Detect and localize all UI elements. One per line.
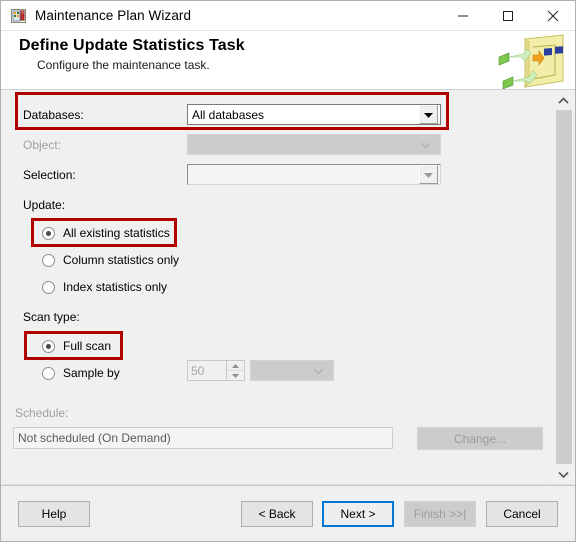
radio-full-scan[interactable]: Full scan [42, 337, 111, 355]
sample-value: 50 [191, 363, 205, 378]
next-button[interactable]: Next > [322, 501, 394, 527]
radio-icon[interactable] [42, 280, 55, 294]
sample-value-stepper: 50 [187, 360, 245, 381]
radio-label: Full scan [63, 339, 112, 353]
footer-divider [1, 485, 575, 486]
maximize-icon[interactable] [485, 1, 530, 30]
window-controls [440, 1, 575, 30]
chevron-down-icon [420, 138, 431, 152]
scan-type-group-label: Scan type: [23, 310, 80, 324]
databases-label: Databases: [23, 108, 84, 122]
radio-icon[interactable] [42, 226, 55, 240]
change-schedule-button: Change... [417, 427, 543, 450]
radio-label: Sample by [63, 366, 120, 380]
close-icon[interactable] [530, 1, 575, 30]
databases-combo-value: All databases [192, 107, 265, 122]
radio-all-existing-statistics[interactable]: All existing statistics [42, 224, 170, 242]
finish-label: Finish >>| [413, 507, 467, 521]
window-title: Maintenance Plan Wizard [35, 8, 192, 23]
scroll-down-icon[interactable] [551, 464, 575, 484]
cancel-button[interactable]: Cancel [486, 501, 558, 527]
stepper-up-icon [227, 361, 244, 371]
cancel-label: Cancel [503, 507, 541, 521]
back-button[interactable]: < Back [241, 501, 313, 527]
help-button[interactable]: Help [18, 501, 90, 527]
scroll-up-icon[interactable] [551, 90, 575, 110]
schedule-label: Schedule: [15, 406, 69, 420]
selection-label: Selection: [23, 168, 76, 182]
radio-icon[interactable] [42, 339, 55, 353]
back-label: < Back [258, 507, 296, 521]
minimize-icon[interactable] [440, 1, 485, 30]
chevron-down-icon [313, 364, 324, 378]
update-statistics-illustration [495, 33, 569, 89]
schedule-value: Not scheduled (On Demand) [18, 431, 171, 445]
change-schedule-label: Change... [453, 431, 507, 446]
stepper-arrows [226, 361, 244, 380]
next-label: Next > [340, 507, 376, 521]
help-label: Help [41, 507, 67, 521]
object-combo [187, 134, 441, 155]
finish-button: Finish >>| [404, 501, 476, 527]
radio-sample-by[interactable]: Sample by [42, 364, 120, 382]
schedule-textbox: Not scheduled (On Demand) [13, 427, 393, 449]
maintenance-plan-wizard-window: Maintenance Plan Wizard Define Update St… [0, 0, 576, 542]
scrollbar-thumb[interactable] [556, 110, 572, 464]
radio-column-statistics-only[interactable]: Column statistics only [42, 251, 179, 269]
chevron-down-icon[interactable] [419, 105, 438, 124]
databases-combo[interactable]: All databases [187, 104, 441, 125]
scrollbar-track[interactable] [551, 110, 575, 464]
radio-index-statistics-only[interactable]: Index statistics only [42, 278, 167, 296]
radio-label: Column statistics only [63, 253, 180, 267]
vertical-scrollbar[interactable] [550, 90, 575, 484]
radio-icon[interactable] [42, 253, 55, 267]
footer-button-bar: Help < Back Next > Finish >>| Cancel [1, 484, 575, 541]
selection-combo [187, 164, 441, 185]
page-header: Define Update Statistics Task Configure … [1, 30, 575, 90]
maintenance-plan-icon [11, 8, 27, 24]
radio-icon[interactable] [42, 366, 55, 380]
content-area: Databases: All databases Object: Selecti… [1, 90, 575, 484]
form-panel: Databases: All databases Object: Selecti… [1, 90, 551, 484]
stepper-down-icon [227, 371, 244, 380]
radio-label: All existing statistics [63, 226, 170, 240]
sample-unit-combo [250, 360, 334, 381]
object-label: Object: [23, 138, 62, 152]
radio-label: Index statistics only [63, 280, 168, 294]
title-bar: Maintenance Plan Wizard [1, 1, 575, 30]
page-title: Define Update Statistics Task [19, 37, 245, 54]
chevron-down-icon [419, 165, 438, 184]
update-group-label: Update: [23, 198, 66, 212]
